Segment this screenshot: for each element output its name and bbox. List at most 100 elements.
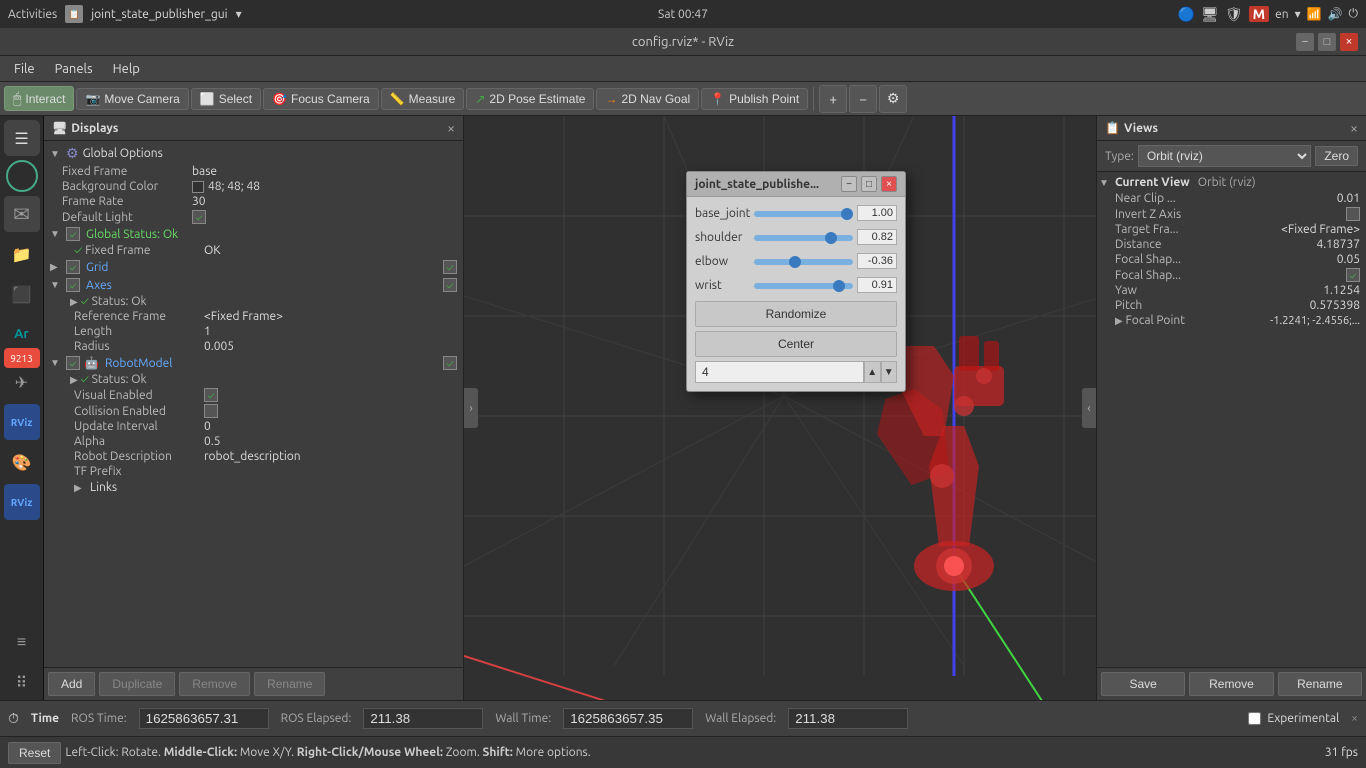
- sidebar-icon-telegram[interactable]: ✈: [4, 364, 40, 400]
- joint-slider-shoulder[interactable]: [754, 231, 853, 244]
- close-button[interactable]: ×: [1340, 33, 1358, 51]
- robot-model-checkbox[interactable]: [66, 356, 80, 370]
- menu-file[interactable]: File: [4, 60, 45, 78]
- add-toolbar-button[interactable]: +: [819, 85, 847, 113]
- save-view-button[interactable]: Save: [1101, 672, 1185, 696]
- axes-vis-check[interactable]: ✓: [443, 278, 457, 292]
- axes-checkbox[interactable]: [66, 278, 80, 292]
- focal-shape-fixed-checkbox[interactable]: [1346, 268, 1360, 282]
- sidebar-icon-folder[interactable]: 📁: [4, 236, 40, 272]
- views-type-select[interactable]: Orbit (rviz): [1138, 145, 1311, 167]
- wall-time-input[interactable]: [563, 708, 693, 729]
- window-controls[interactable]: − □ ×: [1296, 33, 1358, 51]
- move-camera-button[interactable]: 📷 Move Camera: [76, 88, 188, 110]
- spinbox-down-button[interactable]: ▼: [881, 361, 898, 383]
- experimental-checkbox[interactable]: [1248, 712, 1261, 725]
- sidebar-icon-apps[interactable]: ⠿: [4, 664, 40, 700]
- focus-camera-button[interactable]: 🎯 Focus Camera: [263, 88, 379, 110]
- displays-tree[interactable]: ▼ ⚙ Global Options Fixed Frame base Back…: [44, 141, 463, 667]
- minimize-button[interactable]: −: [1296, 33, 1314, 51]
- ros-elapsed-input[interactable]: [363, 708, 483, 729]
- spinbox-up-button[interactable]: ▲: [864, 361, 881, 383]
- links-arrow[interactable]: ▶: [74, 482, 86, 494]
- select-button[interactable]: ⬜ Select: [191, 88, 261, 110]
- app-menu-arrow[interactable]: ▾: [236, 7, 242, 21]
- axes-ref-frame-value[interactable]: <Fixed Frame>: [204, 310, 283, 323]
- robot-desc-value[interactable]: robot_description: [204, 450, 301, 463]
- sidebar-icon-chrome[interactable]: [6, 160, 38, 192]
- 2d-pose-button[interactable]: ↗ 2D Pose Estimate: [466, 88, 594, 110]
- viewport[interactable]: ‹ › joint_state_publishe... − □ × base_j…: [464, 116, 1096, 700]
- dialog-restore-button[interactable]: □: [861, 176, 877, 192]
- joint-slider-elbow[interactable]: [754, 255, 853, 268]
- grid-row[interactable]: ▶ Grid ✓: [46, 258, 461, 276]
- links-row[interactable]: ▶ Links: [46, 479, 461, 496]
- left-panel-collapse-button[interactable]: ›: [464, 388, 478, 428]
- rename-button[interactable]: Rename: [254, 672, 325, 696]
- axes-row[interactable]: ▼ Axes ✓: [46, 276, 461, 294]
- dialog-minimize-button[interactable]: −: [841, 176, 857, 192]
- time-bar-close[interactable]: ×: [1351, 712, 1358, 725]
- invert-z-checkbox[interactable]: [1346, 207, 1360, 221]
- global-options-row[interactable]: ▼ ⚙ Global Options: [46, 143, 461, 164]
- sidebar-icon-arduino[interactable]: Ar: [4, 316, 40, 352]
- spinbox-input[interactable]: [695, 361, 864, 383]
- activities-label[interactable]: Activities: [8, 8, 57, 21]
- alpha-value[interactable]: 0.5: [204, 435, 221, 448]
- joint-slider-wrist[interactable]: [754, 279, 853, 292]
- sidebar-icon-nav[interactable]: ☰: [4, 120, 40, 156]
- axes-arrow[interactable]: ▼: [50, 279, 62, 291]
- default-light-checkbox[interactable]: [192, 210, 206, 224]
- fixed-frame-value[interactable]: base: [192, 165, 217, 178]
- dialog-close-button[interactable]: ×: [881, 176, 897, 192]
- menu-panels[interactable]: Panels: [45, 60, 103, 78]
- robot-vis-check[interactable]: ✓: [443, 356, 457, 370]
- add-display-button[interactable]: Add: [48, 672, 95, 696]
- menu-help[interactable]: Help: [103, 60, 150, 78]
- yaw-value[interactable]: 1.1254: [1323, 284, 1360, 297]
- joint-input-shoulder[interactable]: [857, 229, 897, 245]
- settings-toolbar-button[interactable]: ⚙: [879, 85, 907, 113]
- reset-button[interactable]: Reset: [8, 742, 61, 764]
- rename-view-button[interactable]: Rename: [1278, 672, 1362, 696]
- focal-shape-size-value[interactable]: 0.05: [1337, 253, 1360, 266]
- ros-time-input[interactable]: [139, 708, 269, 729]
- background-color-value[interactable]: 48; 48; 48: [208, 180, 260, 193]
- distance-value[interactable]: 4.18737: [1316, 238, 1360, 251]
- update-interval-value[interactable]: 0: [204, 420, 211, 433]
- axes-length-value[interactable]: 1: [204, 325, 211, 338]
- robot-model-arrow[interactable]: ▼: [50, 357, 62, 369]
- axes-radius-value[interactable]: 0.005: [204, 340, 234, 353]
- interact-button[interactable]: 🖱 Interact: [4, 86, 74, 111]
- duplicate-button[interactable]: Duplicate: [99, 672, 175, 696]
- current-view-header[interactable]: ▼ Current View Orbit (rviz): [1099, 174, 1364, 191]
- views-zero-button[interactable]: Zero: [1315, 146, 1358, 166]
- displays-panel-close[interactable]: ×: [447, 120, 455, 136]
- maximize-button[interactable]: □: [1318, 33, 1336, 51]
- frame-rate-value[interactable]: 30: [192, 195, 206, 208]
- global-status-row[interactable]: ▼ Global Status: Ok: [46, 225, 461, 243]
- joint-slider-base[interactable]: [754, 207, 853, 220]
- sidebar-icon-rviz[interactable]: RViz: [4, 404, 40, 440]
- robot-model-row[interactable]: ▼ 🤖 RobotModel ✓: [46, 354, 461, 372]
- global-status-check[interactable]: [66, 227, 80, 241]
- global-status-arrow[interactable]: ▼: [50, 228, 62, 240]
- joint-input-wrist[interactable]: [857, 277, 897, 293]
- sidebar-icon-terminal[interactable]: ⬛: [4, 276, 40, 312]
- wall-elapsed-input[interactable]: [788, 708, 908, 729]
- joint-input-base[interactable]: [857, 205, 897, 221]
- current-view-arrow[interactable]: ▼: [1099, 177, 1111, 189]
- views-panel-close[interactable]: ×: [1350, 120, 1358, 136]
- right-panel-collapse-button[interactable]: ‹: [1082, 388, 1096, 428]
- target-frame-value[interactable]: <Fixed Frame>: [1281, 223, 1360, 236]
- visual-enabled-checkbox[interactable]: [204, 388, 218, 402]
- global-options-arrow[interactable]: ▼: [50, 148, 62, 160]
- center-button[interactable]: Center: [695, 331, 897, 357]
- measure-button[interactable]: 📏 Measure: [381, 88, 465, 110]
- remove-view-button[interactable]: Remove: [1189, 672, 1273, 696]
- sidebar-icon-paint[interactable]: 🎨: [4, 444, 40, 480]
- grid-checkbox[interactable]: [66, 260, 80, 274]
- focal-point-value[interactable]: -1.2241; -2.4556;...: [1270, 315, 1360, 327]
- grid-vis-check[interactable]: ✓: [443, 260, 457, 274]
- randomize-button[interactable]: Randomize: [695, 301, 897, 327]
